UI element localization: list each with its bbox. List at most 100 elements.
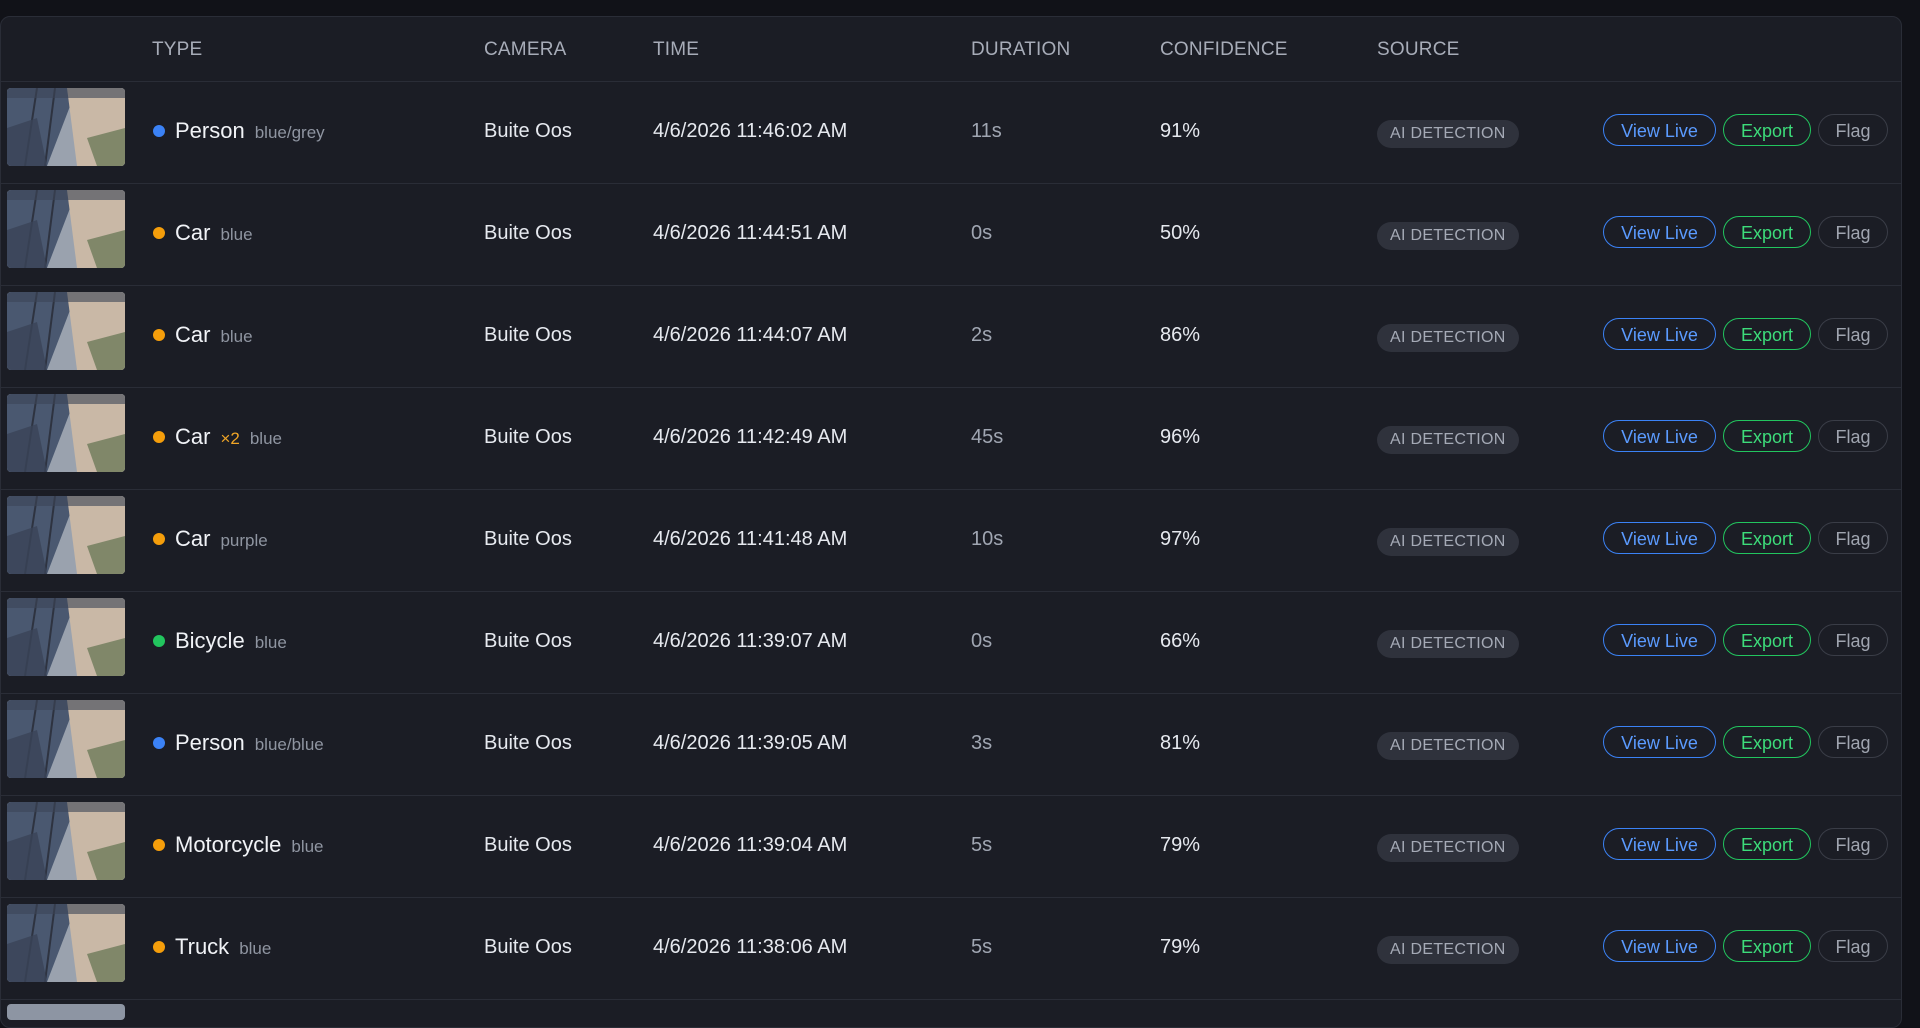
export-button[interactable]: Export	[1723, 828, 1811, 860]
table-header: TYPE CAMERA TIME DURATION CONFIDENCE SOU…	[1, 17, 1901, 82]
detection-type: Car	[175, 526, 211, 551]
type-color-dot	[153, 941, 165, 953]
duration-value: 0s	[971, 222, 993, 244]
flag-button[interactable]: Flag	[1818, 318, 1888, 350]
camera-name: Buite Oos	[484, 222, 572, 244]
view-live-button[interactable]: View Live	[1603, 318, 1716, 350]
type-color-dot	[153, 431, 165, 443]
export-button[interactable]: Export	[1723, 726, 1811, 758]
thumbnail-image[interactable]	[7, 394, 125, 472]
type-color-dot	[153, 329, 165, 341]
thumbnail-image[interactable]	[7, 88, 125, 166]
view-live-button[interactable]: View Live	[1603, 420, 1716, 452]
table-row[interactable]: Car ×2 blue Buite Oos 4/6/2026 11:42:49 AM…	[1, 388, 1901, 490]
thumbnail-image[interactable]	[7, 802, 125, 880]
type-color-dot	[153, 737, 165, 749]
flag-button[interactable]: Flag	[1818, 930, 1888, 962]
view-live-button[interactable]: View Live	[1603, 216, 1716, 248]
color-attribute: blue	[220, 327, 253, 346]
table-row[interactable]: Truck blue Buite Oos 4/6/2026 11:38:06 AM…	[1, 898, 1901, 1000]
color-attribute: blue	[254, 633, 287, 652]
thumbnail-image[interactable]	[7, 904, 125, 982]
table-row[interactable]: Car purple Buite Oos 4/6/2026 11:41:48 AM…	[1, 490, 1901, 592]
table-row[interactable]: Car blue Buite Oos 4/6/2026 11:44:07 AM 2…	[1, 286, 1901, 388]
camera-name: Buite Oos	[484, 834, 572, 856]
flag-button[interactable]: Flag	[1818, 420, 1888, 452]
type-color-dot	[153, 125, 165, 137]
view-live-button[interactable]: View Live	[1603, 114, 1716, 146]
confidence-value: 79%	[1160, 936, 1201, 958]
flag-button[interactable]: Flag	[1818, 114, 1888, 146]
table-row[interactable]: Motorcycle blue Buite Oos 4/6/2026 11:39:…	[1, 796, 1901, 898]
confidence-value: 97%	[1160, 528, 1201, 550]
header-type[interactable]: TYPE	[152, 39, 202, 61]
table-row[interactable]: Bicycle blue Buite Oos 4/6/2026 11:39:07 …	[1, 592, 1901, 694]
type-color-dot	[153, 533, 165, 545]
detection-time: 4/6/2026 11:46:02 AM	[653, 120, 848, 142]
header-confidence[interactable]: CONFIDENCE	[1160, 39, 1288, 61]
type-color-dot	[153, 839, 165, 851]
duration-value: 3s	[971, 732, 993, 754]
confidence-value: 66%	[1160, 630, 1201, 652]
header-time[interactable]: TIME	[653, 39, 699, 61]
detection-time: 4/6/2026 11:42:49 AM	[653, 426, 848, 448]
view-live-button[interactable]: View Live	[1603, 828, 1716, 860]
table-row[interactable]: Person blue/grey Buite Oos 4/6/2026 11:46…	[1, 82, 1901, 184]
source-badge: AI DETECTION	[1377, 834, 1519, 862]
export-button[interactable]: Export	[1723, 114, 1811, 146]
export-button[interactable]: Export	[1723, 930, 1811, 962]
detection-type: Person	[175, 730, 245, 755]
detection-type: Motorcycle	[175, 832, 282, 857]
thumbnail-image[interactable]	[7, 496, 125, 574]
detection-time: 4/6/2026 11:39:04 AM	[653, 834, 848, 856]
table-row-partial	[1, 1000, 1901, 1020]
header-duration[interactable]: DURATION	[971, 39, 1070, 61]
flag-button[interactable]: Flag	[1818, 726, 1888, 758]
flag-button[interactable]: Flag	[1818, 522, 1888, 554]
camera-name: Buite Oos	[484, 426, 572, 448]
source-badge: AI DETECTION	[1377, 528, 1519, 556]
thumbnail-image	[7, 1004, 125, 1020]
source-badge: AI DETECTION	[1377, 120, 1519, 148]
camera-name: Buite Oos	[484, 324, 572, 346]
confidence-value: 91%	[1160, 120, 1201, 142]
color-attribute: blue/grey	[254, 123, 325, 142]
thumbnail-image[interactable]	[7, 598, 125, 676]
view-live-button[interactable]: View Live	[1603, 726, 1716, 758]
header-source[interactable]: SOURCE	[1377, 39, 1460, 61]
export-button[interactable]: Export	[1723, 624, 1811, 656]
view-live-button[interactable]: View Live	[1603, 930, 1716, 962]
color-attribute: blue	[220, 225, 253, 244]
color-attribute: blue	[239, 939, 272, 958]
thumbnail-image[interactable]	[7, 292, 125, 370]
camera-name: Buite Oos	[484, 630, 572, 652]
duration-value: 2s	[971, 324, 993, 346]
confidence-value: 96%	[1160, 426, 1201, 448]
export-button[interactable]: Export	[1723, 318, 1811, 350]
confidence-value: 50%	[1160, 222, 1201, 244]
flag-button[interactable]: Flag	[1818, 828, 1888, 860]
source-badge: AI DETECTION	[1377, 630, 1519, 658]
export-button[interactable]: Export	[1723, 522, 1811, 554]
export-button[interactable]: Export	[1723, 420, 1811, 452]
source-badge: AI DETECTION	[1377, 222, 1519, 250]
export-button[interactable]: Export	[1723, 216, 1811, 248]
color-attribute: purple	[220, 531, 268, 550]
detection-time: 4/6/2026 11:41:48 AM	[653, 528, 848, 550]
detection-time: 4/6/2026 11:44:51 AM	[653, 222, 848, 244]
duration-value: 45s	[971, 426, 1004, 448]
duration-value: 5s	[971, 936, 993, 958]
flag-button[interactable]: Flag	[1818, 624, 1888, 656]
thumbnail-image[interactable]	[7, 700, 125, 778]
table-row[interactable]: Person blue/blue Buite Oos 4/6/2026 11:39…	[1, 694, 1901, 796]
thumbnail-image[interactable]	[7, 190, 125, 268]
header-camera[interactable]: CAMERA	[484, 39, 567, 61]
confidence-value: 81%	[1160, 732, 1201, 754]
view-live-button[interactable]: View Live	[1603, 624, 1716, 656]
detection-time: 4/6/2026 11:38:06 AM	[653, 936, 848, 958]
confidence-value: 86%	[1160, 324, 1201, 346]
type-color-dot	[153, 227, 165, 239]
table-row[interactable]: Car blue Buite Oos 4/6/2026 11:44:51 AM 0…	[1, 184, 1901, 286]
flag-button[interactable]: Flag	[1818, 216, 1888, 248]
view-live-button[interactable]: View Live	[1603, 522, 1716, 554]
